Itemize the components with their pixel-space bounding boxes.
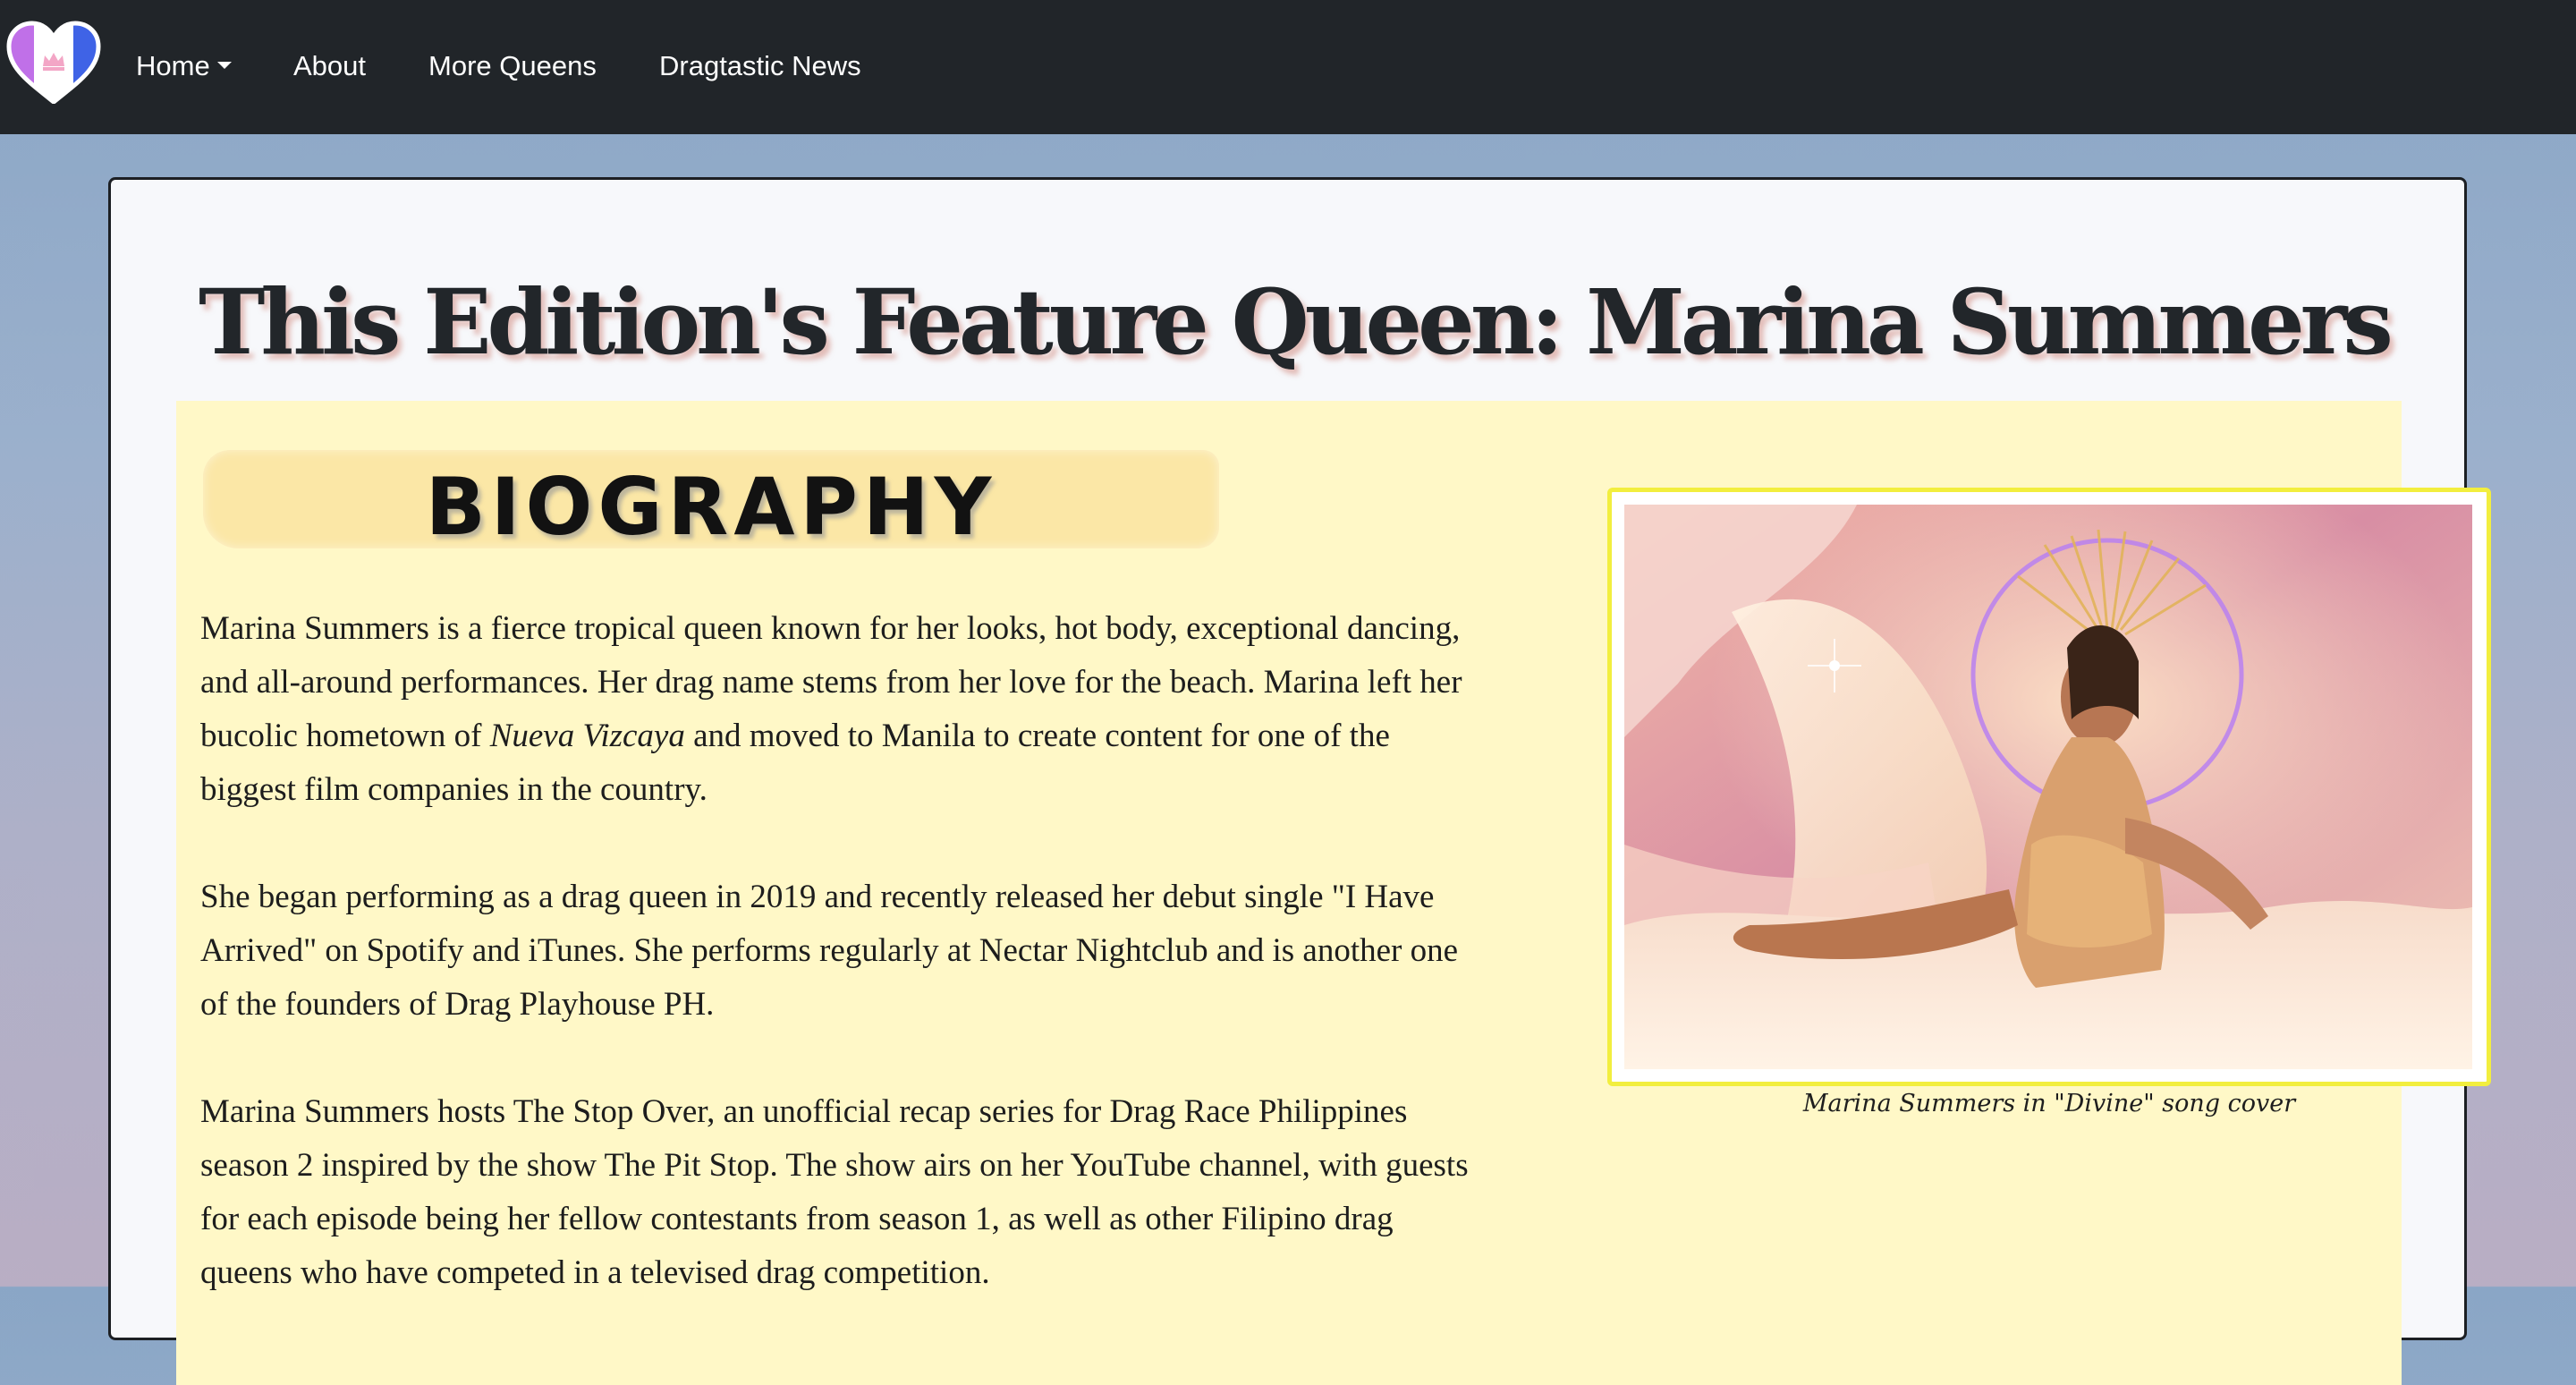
nav-more-queens[interactable]: More Queens — [428, 45, 597, 88]
nav-home-dropdown[interactable]: Home — [136, 45, 232, 88]
bio-paragraph-3: Marina Summers hosts The Stop Over, an u… — [200, 1093, 1469, 1291]
nav-home-label: Home — [136, 50, 210, 81]
biography-heading: BIOGRAPHY — [425, 461, 997, 553]
page-title: This Edition's Feature Queen: Marina Sum… — [199, 269, 2394, 375]
nav-about[interactable]: About — [293, 45, 366, 88]
nav-dragtastic-news[interactable]: Dragtastic News — [659, 45, 861, 88]
image-caption: Marina Summers in "Divine" song cover — [1802, 1090, 2296, 1117]
feature-image-frame — [1607, 488, 2491, 1086]
top-navbar: Home About More Queens Dragtastic News — [0, 0, 2576, 134]
biography-panel: BIOGRAPHY Marina Summers is a fierce tro… — [176, 401, 2491, 1385]
biography-heading-banner: BIOGRAPHY — [203, 450, 1219, 553]
bio-paragraph-2: She began performing as a drag queen in … — [200, 879, 1459, 1023]
feature-card: This Edition's Feature Queen: Marina Sum… — [108, 177, 2491, 1385]
caret-down-icon — [216, 61, 232, 69]
bio-paragraph-1: Marina Summers is a fierce tropical quee… — [200, 602, 1470, 817]
heart-crown-logo-icon[interactable] — [5, 20, 102, 106]
hometown-emphasis: Nueva Vizcaya — [489, 718, 685, 754]
feature-photo — [1624, 505, 2472, 1069]
